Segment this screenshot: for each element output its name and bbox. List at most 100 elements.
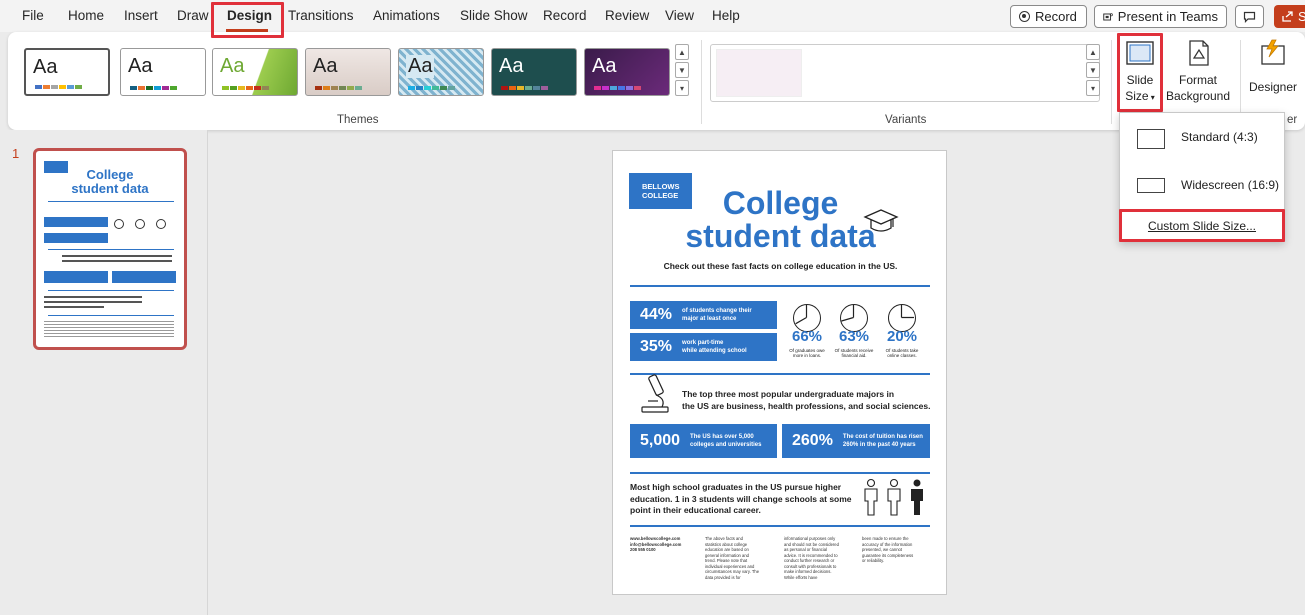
scroll-down-icon[interactable]: ▼ [1086,62,1100,78]
thumb-pie [156,219,166,229]
slide-rule [630,472,930,474]
gallery-more-icon[interactable]: ▾ [1086,80,1100,96]
comment-icon [1243,11,1256,23]
theme-office-2[interactable]: Aa [120,48,206,96]
thumb-text-line [44,296,142,298]
thumb-text-line [62,255,172,257]
slide-size-button[interactable]: Slide Size ▾ [1120,38,1160,106]
stat-text: work part-time while attending school [682,340,747,354]
custom-slide-size-label: Custom Slide Size... [1147,219,1257,233]
students-icon [864,478,923,516]
comments-button[interactable] [1235,5,1264,28]
tab-slide-show[interactable]: Slide Show [460,8,528,23]
pie-percent: 66% [792,328,823,345]
widescreen-16-9-option[interactable]: Widescreen (16:9) [1120,165,1284,205]
scroll-up-icon[interactable]: ▲ [1086,44,1100,60]
present-in-teams-button[interactable]: Present in Teams [1094,5,1227,28]
theme-color-bars [315,86,362,90]
stat-number: 35% [640,338,673,355]
theme-organic[interactable]: Aa [398,48,484,96]
theme-berlin[interactable]: Aa [584,48,670,96]
designer-icon [1261,39,1285,65]
thumb-pie [114,219,124,229]
scroll-down-icon[interactable]: ▼ [675,62,689,78]
variants-group-label: Variants [885,114,927,126]
tab-transitions[interactable]: Transitions [288,8,354,23]
pie-percent: 20% [887,328,918,345]
variants-gallery-scroll: ▲ ▼ ▾ [1086,44,1100,98]
menu-bar: File Home Insert Draw Design Transitions… [0,0,1305,32]
high-school-text: Most high school graduates in the US pur… [630,482,852,515]
footer-disclaimer-2: informational purposes only and should n… [784,536,839,580]
format-background-button[interactable]: Format Background [1165,38,1231,104]
chevron-down-icon: ▾ [1148,93,1155,102]
record-button[interactable]: Record [1010,5,1087,28]
ribbon-divider [701,40,702,124]
graduation-cap-icon [863,209,899,232]
theme-office[interactable]: Aa [24,48,110,96]
slide-rule [630,285,930,287]
theme-color-bars [35,85,82,89]
scroll-up-icon[interactable]: ▲ [675,44,689,60]
tab-home[interactable]: Home [68,8,104,23]
variant-thumbnail[interactable] [716,49,802,97]
thumb-rule [48,201,174,202]
footer-contact: www.bellowscollege.com info@bellowscolle… [630,536,682,552]
record-button-label: Record [1035,9,1077,24]
theme-facet[interactable]: Aa [212,48,298,96]
designer-group-label: er [1287,114,1298,126]
tab-file[interactable]: File [22,8,44,23]
thumb-text-line [62,260,172,262]
footer-disclaimer-3: been made to ensure the accuracy of the … [862,536,914,563]
standard-4-3-option[interactable]: Standard (4:3) [1120,117,1284,157]
standard-aspect-icon [1137,129,1165,149]
thumb-text-line [44,301,142,303]
tab-insert[interactable]: Insert [124,8,158,23]
theme-ion-boardroom[interactable]: Aa [305,48,391,96]
gallery-more-icon[interactable]: ▾ [675,80,689,96]
stat-number: 5,000 [640,432,681,449]
variants-gallery [710,44,1100,102]
thumb-logo [44,161,68,173]
theme-color-bars [408,86,455,90]
stat-box-5000: 5,000 The US has over 5,000 colleges and … [630,424,777,458]
theme-preview-text: Aa [33,56,58,78]
thumb-rule [48,290,174,291]
format-background-icon [1189,40,1209,66]
format-background-label-1: Format [1178,73,1217,87]
tab-draw[interactable]: Draw [177,8,209,23]
thumb-text-line [44,306,104,308]
stat-text: The US has over 5,000 colleges and univer… [690,434,762,448]
format-background-label-2: Background [1165,89,1231,103]
tab-help[interactable]: Help [712,8,740,23]
share-button[interactable]: S [1274,5,1305,28]
custom-slide-size-option[interactable]: Custom Slide Size... [1120,212,1284,240]
slide-thumbnail[interactable]: College student data [33,148,187,350]
stat-text: of students change their major at least o… [682,308,752,322]
thumb-footer-text [44,321,174,339]
slide-rule [630,373,930,375]
stat-box-35: 35% work part-time while attending school [630,333,777,361]
slide-size-label-2: Size [1125,89,1149,103]
main-slide[interactable]: BELLOWS COLLEGE College student data Che… [612,150,947,595]
tab-animations[interactable]: Animations [373,8,440,23]
thumb-rule [48,315,174,316]
tab-view[interactable]: View [665,8,694,23]
theme-preview-text: Aa [313,55,338,77]
teams-icon [1103,12,1113,21]
designer-button[interactable]: Designer [1246,38,1300,95]
microscope-icon [641,374,669,413]
stat-text: The cost of tuition has risen 260% in the… [842,434,923,448]
thumb-stat-box [44,271,108,283]
tab-review[interactable]: Review [605,8,649,23]
tab-record[interactable]: Record [543,8,587,23]
widescreen-aspect-icon [1137,178,1165,193]
theme-color-bars [130,86,177,90]
slide-subtitle: Check out these fast facts on college ed… [663,261,898,271]
thumb-pie [135,219,145,229]
theme-ion[interactable]: Aa [491,48,577,96]
thumb-title: College student data [71,167,149,196]
ribbon-divider [1111,40,1112,124]
thumb-stat-box [44,217,108,227]
tab-design[interactable]: Design [227,8,272,23]
